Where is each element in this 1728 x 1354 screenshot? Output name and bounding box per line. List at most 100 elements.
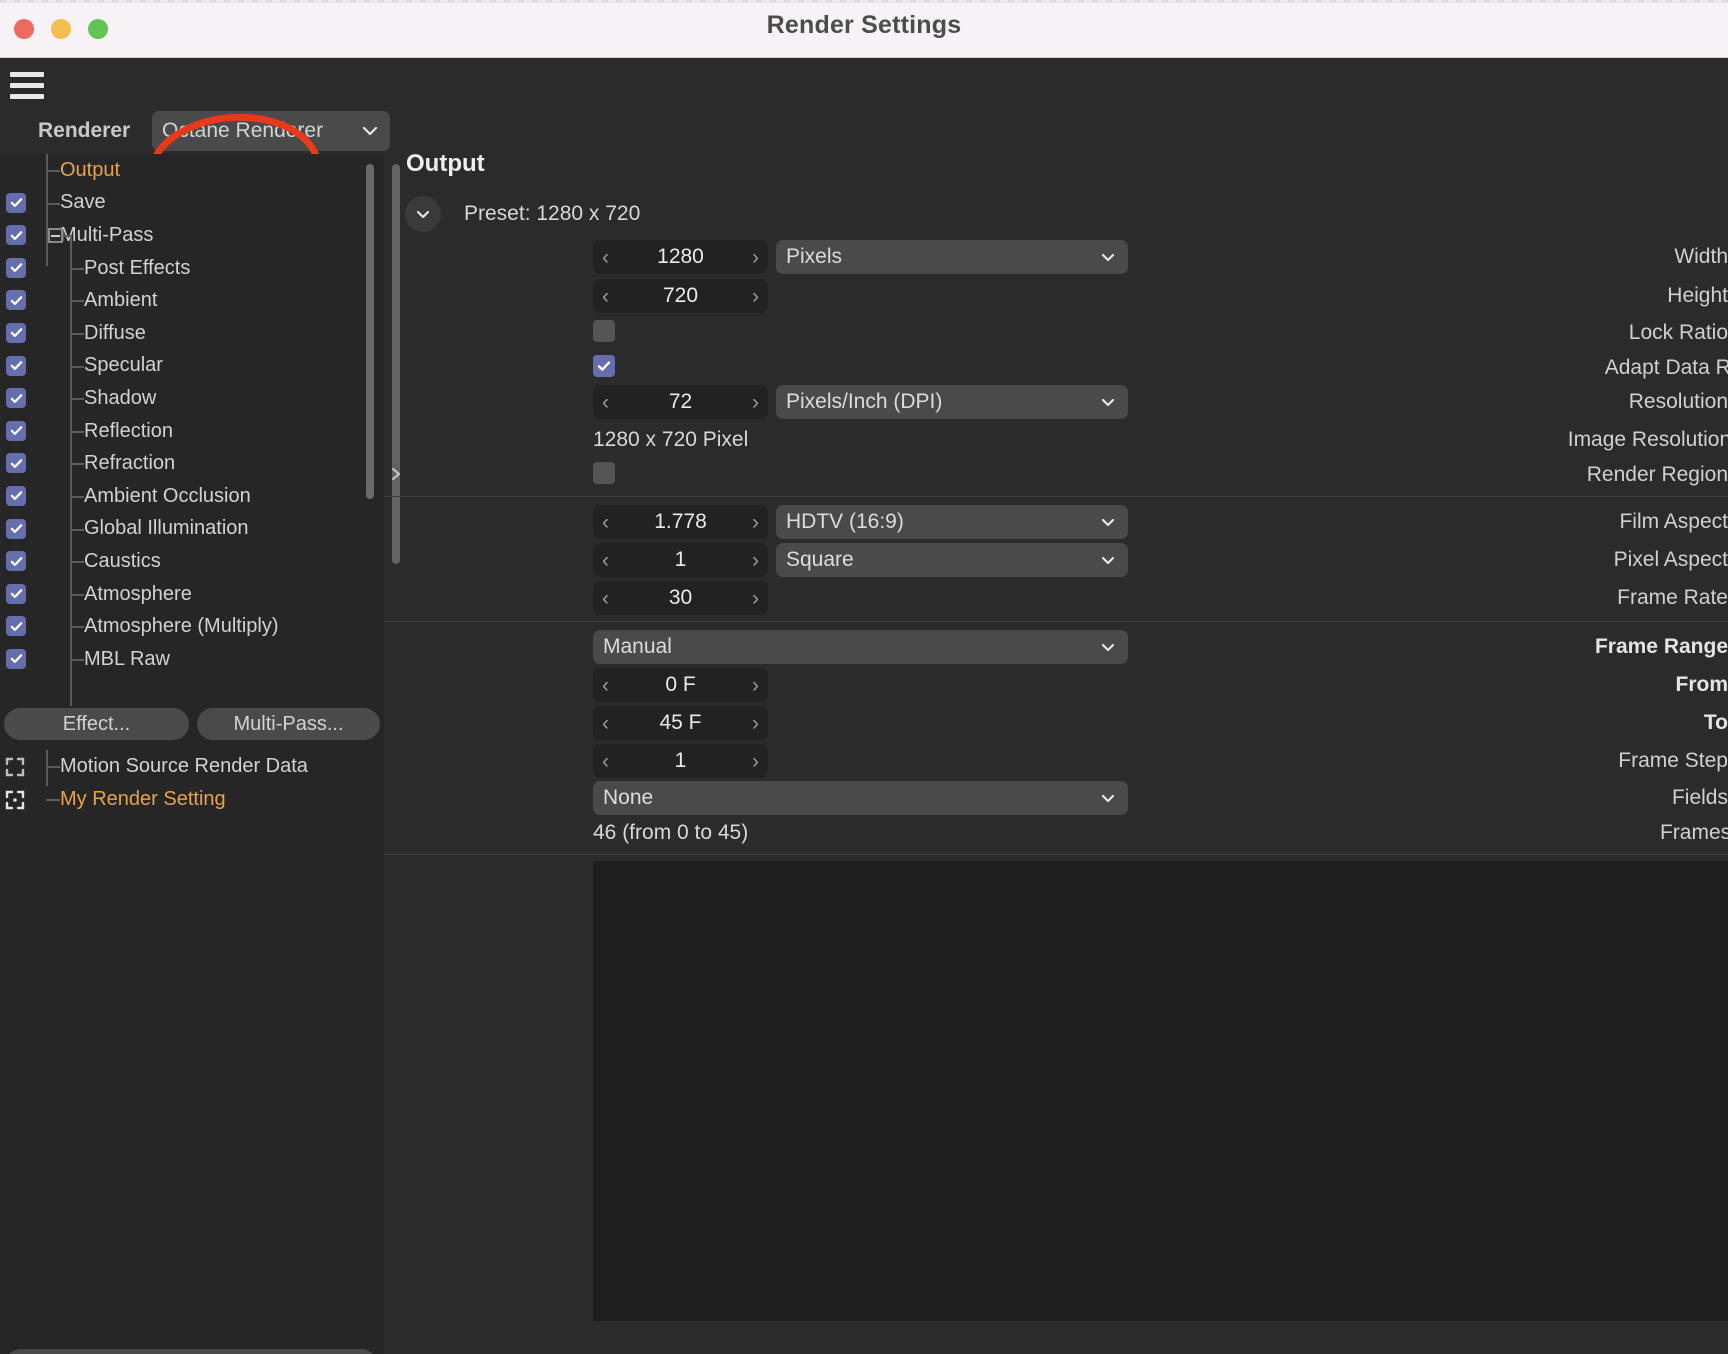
decrement-icon[interactable]: ‹ xyxy=(602,713,609,734)
height-value[interactable]: 720 xyxy=(609,284,752,308)
adapt-data-rate-checkbox[interactable] xyxy=(593,355,615,377)
renderer-label: Renderer xyxy=(38,119,131,142)
tree-item-diffuse[interactable]: Diffuse xyxy=(0,317,384,350)
frame-range-dropdown[interactable]: Manual xyxy=(593,630,1128,664)
decrement-icon[interactable]: ‹ xyxy=(602,751,609,772)
tree-item-output[interactable]: Output xyxy=(0,154,384,187)
pixel-aspect-value[interactable]: 1 xyxy=(609,548,752,572)
tree-expander-collapse-icon[interactable] xyxy=(48,228,63,244)
image-resolution-value: 1280 x 720 Pixel xyxy=(593,428,749,451)
frame-step-value[interactable]: 1 xyxy=(609,749,752,773)
tree-item-shadow[interactable]: Shadow xyxy=(0,382,384,415)
decrement-icon[interactable]: ‹ xyxy=(602,392,609,413)
increment-icon[interactable]: › xyxy=(752,247,759,268)
increment-icon[interactable]: › xyxy=(752,286,759,307)
tree-item-refraction[interactable]: Refraction xyxy=(0,447,384,480)
resolution-unit-dropdown[interactable]: Pixels/Inch (DPI) xyxy=(776,385,1128,419)
output-collapse-toggle[interactable] xyxy=(405,196,441,232)
tree-item-ambient-occlusion[interactable]: Ambient Occlusion xyxy=(0,480,384,513)
height-stepper[interactable]: ‹ 720 › xyxy=(593,279,768,313)
tree-item-checkbox[interactable] xyxy=(6,518,26,539)
tree-item-my-render-setting[interactable]: My Render Setting xyxy=(0,783,384,816)
increment-icon[interactable]: › xyxy=(752,751,759,772)
frame-target-icon xyxy=(3,788,27,812)
to-value[interactable]: 45 F xyxy=(609,711,752,735)
render-setting-button[interactable]: Render Setting... xyxy=(2,1349,380,1354)
tree-item-mbl-raw[interactable]: MBL Raw xyxy=(0,643,384,676)
tree-vertical-scrollbar[interactable] xyxy=(366,164,374,499)
tree-connector-h xyxy=(70,593,84,596)
film-aspect-value[interactable]: 1.778 xyxy=(609,510,752,534)
width-unit-dropdown[interactable]: Pixels xyxy=(776,240,1128,274)
resolution-value[interactable]: 72 xyxy=(609,390,752,414)
increment-icon[interactable]: › xyxy=(752,713,759,734)
tree-item-checkbox[interactable] xyxy=(6,225,26,246)
tree-item-checkbox[interactable] xyxy=(6,583,26,604)
tree-item-checkbox[interactable] xyxy=(6,420,26,441)
decrement-icon[interactable]: ‹ xyxy=(602,512,609,533)
chevron-down-icon xyxy=(360,121,380,141)
tree-item-ambient[interactable]: Ambient xyxy=(0,284,384,317)
render-region-checkbox[interactable] xyxy=(593,462,615,484)
decrement-icon[interactable]: ‹ xyxy=(602,247,609,268)
width-value[interactable]: 1280 xyxy=(609,245,752,269)
frames-label: Frames: xyxy=(1659,821,1728,844)
to-row: To ‹ 45 F › xyxy=(384,704,1728,742)
tree-item-checkbox[interactable] xyxy=(6,257,26,278)
increment-icon[interactable]: › xyxy=(752,588,759,609)
tree-item-checkbox[interactable] xyxy=(6,485,26,506)
effect-button[interactable]: Effect... xyxy=(4,708,189,740)
tree-item-caustics[interactable]: Caustics xyxy=(0,545,384,578)
tree-connector-h xyxy=(46,766,60,768)
tree-item-atmosphere[interactable]: Atmosphere xyxy=(0,578,384,611)
tree-item-specular[interactable]: Specular xyxy=(0,350,384,383)
tree-item-checkbox[interactable] xyxy=(6,192,26,213)
tree-item-multi-pass[interactable]: Multi-Pass xyxy=(0,219,384,252)
tree-item-reflection[interactable]: Reflection xyxy=(0,415,384,448)
tree-item-atmosphere-multiply[interactable]: Atmosphere (Multiply) xyxy=(0,610,384,643)
increment-icon[interactable]: › xyxy=(752,512,759,533)
to-stepper[interactable]: ‹ 45 F › xyxy=(593,706,768,740)
tree-item-checkbox[interactable] xyxy=(6,616,26,637)
increment-icon[interactable]: › xyxy=(752,392,759,413)
frame-rate-value[interactable]: 30 xyxy=(609,586,752,610)
increment-icon[interactable]: › xyxy=(752,675,759,696)
decrement-icon[interactable]: ‹ xyxy=(602,286,609,307)
fields-dropdown[interactable]: None xyxy=(593,781,1128,815)
resolution-stepper[interactable]: ‹ 72 › xyxy=(593,385,768,419)
tree-item-checkbox[interactable] xyxy=(6,648,26,669)
render-region-disclosure-icon[interactable] xyxy=(388,464,404,484)
pixel-aspect-preset-dropdown[interactable]: Square xyxy=(776,543,1128,577)
tree-connector-h xyxy=(70,398,84,401)
from-value[interactable]: 0 F xyxy=(609,673,752,697)
annotations-textarea[interactable] xyxy=(593,861,1728,1321)
tree-item-checkbox[interactable] xyxy=(6,355,26,376)
tree-item-checkbox[interactable] xyxy=(6,290,26,311)
from-stepper[interactable]: ‹ 0 F › xyxy=(593,668,768,702)
renderer-dropdown[interactable]: Octane Renderer xyxy=(152,111,390,151)
width-stepper[interactable]: ‹ 1280 › xyxy=(593,240,768,274)
tree-item-checkbox[interactable] xyxy=(6,551,26,572)
chevron-down-icon xyxy=(1098,788,1118,808)
tree-item-global-illumination[interactable]: Global Illumination xyxy=(0,513,384,546)
film-aspect-preset-dropdown[interactable]: HDTV (16:9) xyxy=(776,505,1128,539)
lock-ratio-checkbox[interactable] xyxy=(593,320,615,342)
frame-step-stepper[interactable]: ‹ 1 › xyxy=(593,744,768,778)
multi-pass-button[interactable]: Multi-Pass... xyxy=(197,708,380,740)
film-aspect-stepper[interactable]: ‹ 1.778 › xyxy=(593,505,768,539)
hamburger-menu-icon[interactable] xyxy=(8,70,46,100)
decrement-icon[interactable]: ‹ xyxy=(602,550,609,571)
decrement-icon[interactable]: ‹ xyxy=(602,588,609,609)
decrement-icon[interactable]: ‹ xyxy=(602,675,609,696)
tree-item-checkbox[interactable] xyxy=(6,453,26,474)
tree-item-checkbox[interactable] xyxy=(6,322,26,343)
pixel-aspect-stepper[interactable]: ‹ 1 › xyxy=(593,543,768,577)
frame-rate-stepper[interactable]: ‹ 30 › xyxy=(593,581,768,615)
window-titlebar: Render Settings xyxy=(0,0,1728,58)
increment-icon[interactable]: › xyxy=(752,550,759,571)
tree-item-checkbox[interactable] xyxy=(6,388,26,409)
tree-connector-h xyxy=(70,626,84,629)
tree-item-motion-source-render-data[interactable]: Motion Source Render Data xyxy=(0,750,384,783)
tree-item-post-effects[interactable]: Post Effects xyxy=(0,252,384,285)
tree-item-save[interactable]: Save xyxy=(0,187,384,220)
